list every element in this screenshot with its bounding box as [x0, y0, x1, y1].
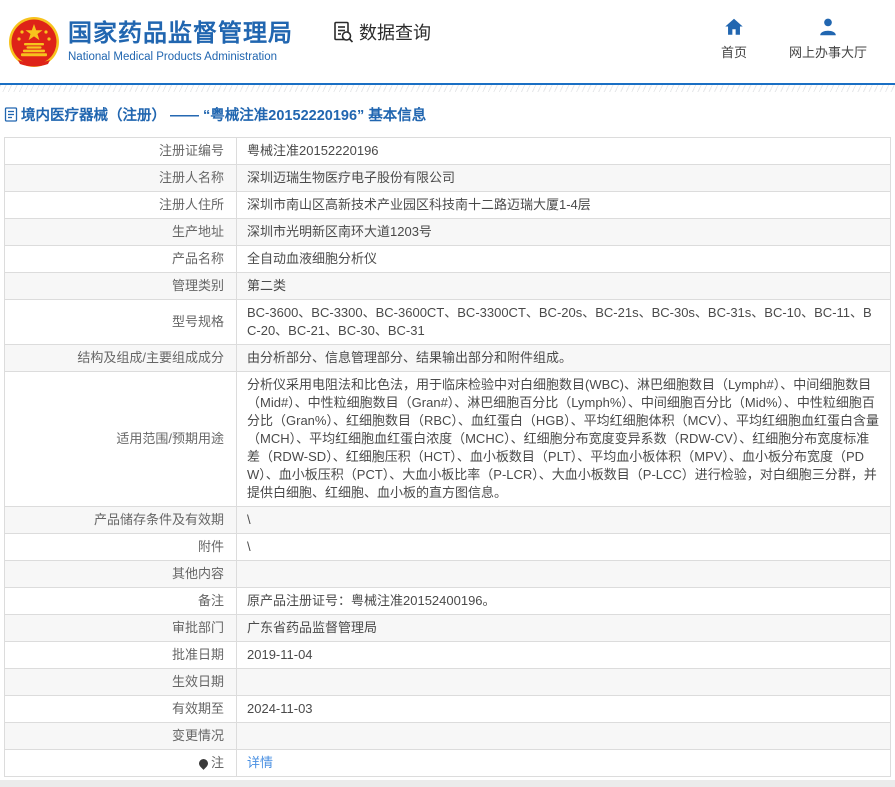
row-label: 生产地址 — [4, 218, 237, 246]
home-icon — [725, 18, 743, 35]
registration-info-table: 注册证编号 粤械注准20152220196 注册人名称 深圳迈瑞生物医疗电子股份有限公… — [4, 137, 891, 777]
brand: 国家药品监督管理局 National Medical Products Admi… — [8, 16, 293, 68]
header-hatch-divider — [0, 85, 895, 92]
row-value: BC-3600、BC-3300、BC-3600CT、BC-3300CT、BC-2… — [236, 299, 891, 345]
row-label: 产品储存条件及有效期 — [4, 506, 237, 534]
detail-link[interactable]: 详情 — [247, 755, 273, 770]
row-label: 审批部门 — [4, 614, 237, 642]
row-label: 产品名称 — [4, 245, 237, 273]
row-value: 分析仪采用电阻法和比色法，用于临床检验中对白细胞数目(WBC)、淋巴细胞数目（L… — [236, 371, 891, 507]
row-value: 第二类 — [236, 272, 891, 300]
row-value: 详情 — [236, 749, 891, 777]
table-row: 备注 原产品注册证号：粤械注准20152400196。 — [4, 587, 891, 615]
table-row: 注册人住所 深圳市南山区高新技术产业园区科技南十二路迈瑞大厦1-4层 — [4, 191, 891, 219]
table-row: 管理类别 第二类 — [4, 272, 891, 300]
data-query-label: 数据查询 — [359, 22, 431, 43]
table-row: 附件 \ — [4, 533, 891, 561]
row-label: 型号规格 — [4, 299, 237, 345]
row-value: 深圳市南山区高新技术产业园区科技南十二路迈瑞大厦1-4层 — [236, 191, 891, 219]
table-row: 注册人名称 深圳迈瑞生物医疗电子股份有限公司 — [4, 164, 891, 192]
row-value: 2024-11-03 — [236, 695, 891, 723]
data-query-icon — [334, 21, 354, 43]
row-value: \ — [236, 533, 891, 561]
user-icon — [820, 18, 836, 36]
row-label: 批准日期 — [4, 641, 237, 669]
row-label: 其他内容 — [4, 560, 237, 588]
table-row: 变更情况 — [4, 722, 891, 750]
table-row: 审批部门 广东省药品监督管理局 — [4, 614, 891, 642]
row-value: 由分析部分、信息管理部分、结果输出部分和附件组成。 — [236, 344, 891, 372]
row-label: 适用范围/预期用途 — [4, 371, 237, 507]
row-value — [236, 560, 891, 588]
table-row: 结构及组成/主要组成成分 由分析部分、信息管理部分、结果输出部分和附件组成。 — [4, 344, 891, 372]
row-label: 备注 — [4, 587, 237, 615]
row-label: 注册人名称 — [4, 164, 237, 192]
site-title: 国家药品监督管理局 — [68, 20, 293, 48]
breadcrumb: 境内医疗器械（注册） —— “粤械注准20152220196” 基本信息 — [0, 92, 895, 135]
row-value: 2019-11-04 — [236, 641, 891, 669]
table-row: 产品储存条件及有效期 \ — [4, 506, 891, 534]
row-label: 注 — [4, 749, 237, 777]
footer-strip — [0, 780, 895, 787]
row-value: 原产品注册证号：粤械注准20152400196。 — [236, 587, 891, 615]
row-label: 注册人住所 — [4, 191, 237, 219]
nav-service-hall[interactable]: 网上办事大厅 — [789, 16, 867, 61]
info-table-body: 注册证编号 粤械注准20152220196 注册人名称 深圳迈瑞生物医疗电子股份有限公… — [4, 137, 891, 777]
note-pin-icon — [197, 757, 210, 770]
row-label: 附件 — [4, 533, 237, 561]
national-emblem-logo — [9, 16, 59, 67]
row-label: 管理类别 — [4, 272, 237, 300]
nav-service-hall-label: 网上办事大厅 — [788, 45, 867, 60]
table-row: 型号规格 BC-3600、BC-3300、BC-3600CT、BC-3300CT、… — [4, 299, 891, 345]
row-label: 生效日期 — [4, 668, 237, 696]
table-row: 批准日期 2019-11-04 — [4, 641, 891, 669]
row-value: 全自动血液细胞分析仪 — [236, 245, 891, 273]
nav-home-label: 首页 — [720, 45, 747, 60]
row-value: \ — [236, 506, 891, 534]
table-row: 注册证编号 粤械注准20152220196 — [4, 137, 891, 165]
brand-text: 国家药品监督管理局 National Medical Products Admi… — [68, 20, 293, 63]
nav-data-query[interactable]: 数据查询 — [331, 19, 431, 45]
row-label: 结构及组成/主要组成成分 — [4, 344, 237, 372]
site-subtitle: National Medical Products Administration — [68, 50, 278, 63]
table-row: 适用范围/预期用途 分析仪采用电阻法和比色法，用于临床检验中对白细胞数目(WBC)… — [4, 371, 891, 507]
row-value: 粤械注准20152220196 — [236, 137, 891, 165]
table-row: 产品名称 全自动血液细胞分析仪 — [4, 245, 891, 273]
table-row: 生效日期 — [4, 668, 891, 696]
nav-home[interactable]: 首页 — [721, 16, 747, 61]
row-value: 深圳迈瑞生物医疗电子股份有限公司 — [236, 164, 891, 192]
row-value: 深圳市光明新区南环大道1203号 — [236, 218, 891, 246]
table-row: 有效期至 2024-11-03 — [4, 695, 891, 723]
table-row: 生产地址 深圳市光明新区南环大道1203号 — [4, 218, 891, 246]
row-value: 广东省药品监督管理局 — [236, 614, 891, 642]
page-title: 境内医疗器械（注册） —— “粤械注准20152220196” 基本信息 — [21, 108, 427, 124]
row-label: 有效期至 — [4, 695, 237, 723]
row-label: 注册证编号 — [4, 137, 237, 165]
row-label: 变更情况 — [4, 722, 237, 750]
header: 国家药品监督管理局 National Medical Products Admi… — [0, 0, 895, 85]
table-row: 其他内容 — [4, 560, 891, 588]
row-value — [236, 668, 891, 696]
document-icon — [4, 107, 18, 122]
header-right-nav: 首页 网上办事大厅 — [721, 16, 885, 61]
table-row: 注详情 — [4, 749, 891, 777]
row-value — [236, 722, 891, 750]
